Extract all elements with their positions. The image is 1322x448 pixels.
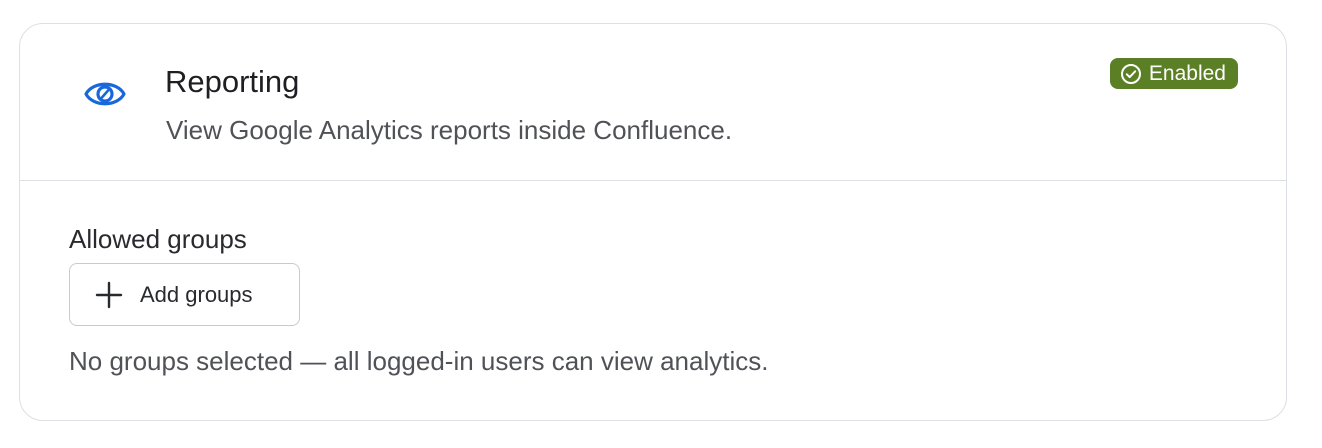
helper-text: No groups selected — all logged-in users… [69,346,769,376]
add-groups-label: Add groups [140,281,253,307]
card-body: Allowed groups Add groups No groups sele… [20,181,1286,420]
card-header: Reporting View Google Analytics reports … [20,24,1286,181]
reporting-card: Reporting View Google Analytics reports … [19,23,1287,421]
check-circle-icon [1120,63,1142,85]
allowed-groups-label: Allowed groups [69,224,247,254]
plus-icon [94,280,124,310]
page-title: Reporting [165,64,300,99]
eye-icon [83,74,127,114]
status-badge: Enabled [1109,58,1238,89]
card-description: View Google Analytics reports inside Con… [166,115,733,145]
add-groups-button[interactable]: Add groups [69,263,300,326]
status-label: Enabled [1148,61,1226,85]
